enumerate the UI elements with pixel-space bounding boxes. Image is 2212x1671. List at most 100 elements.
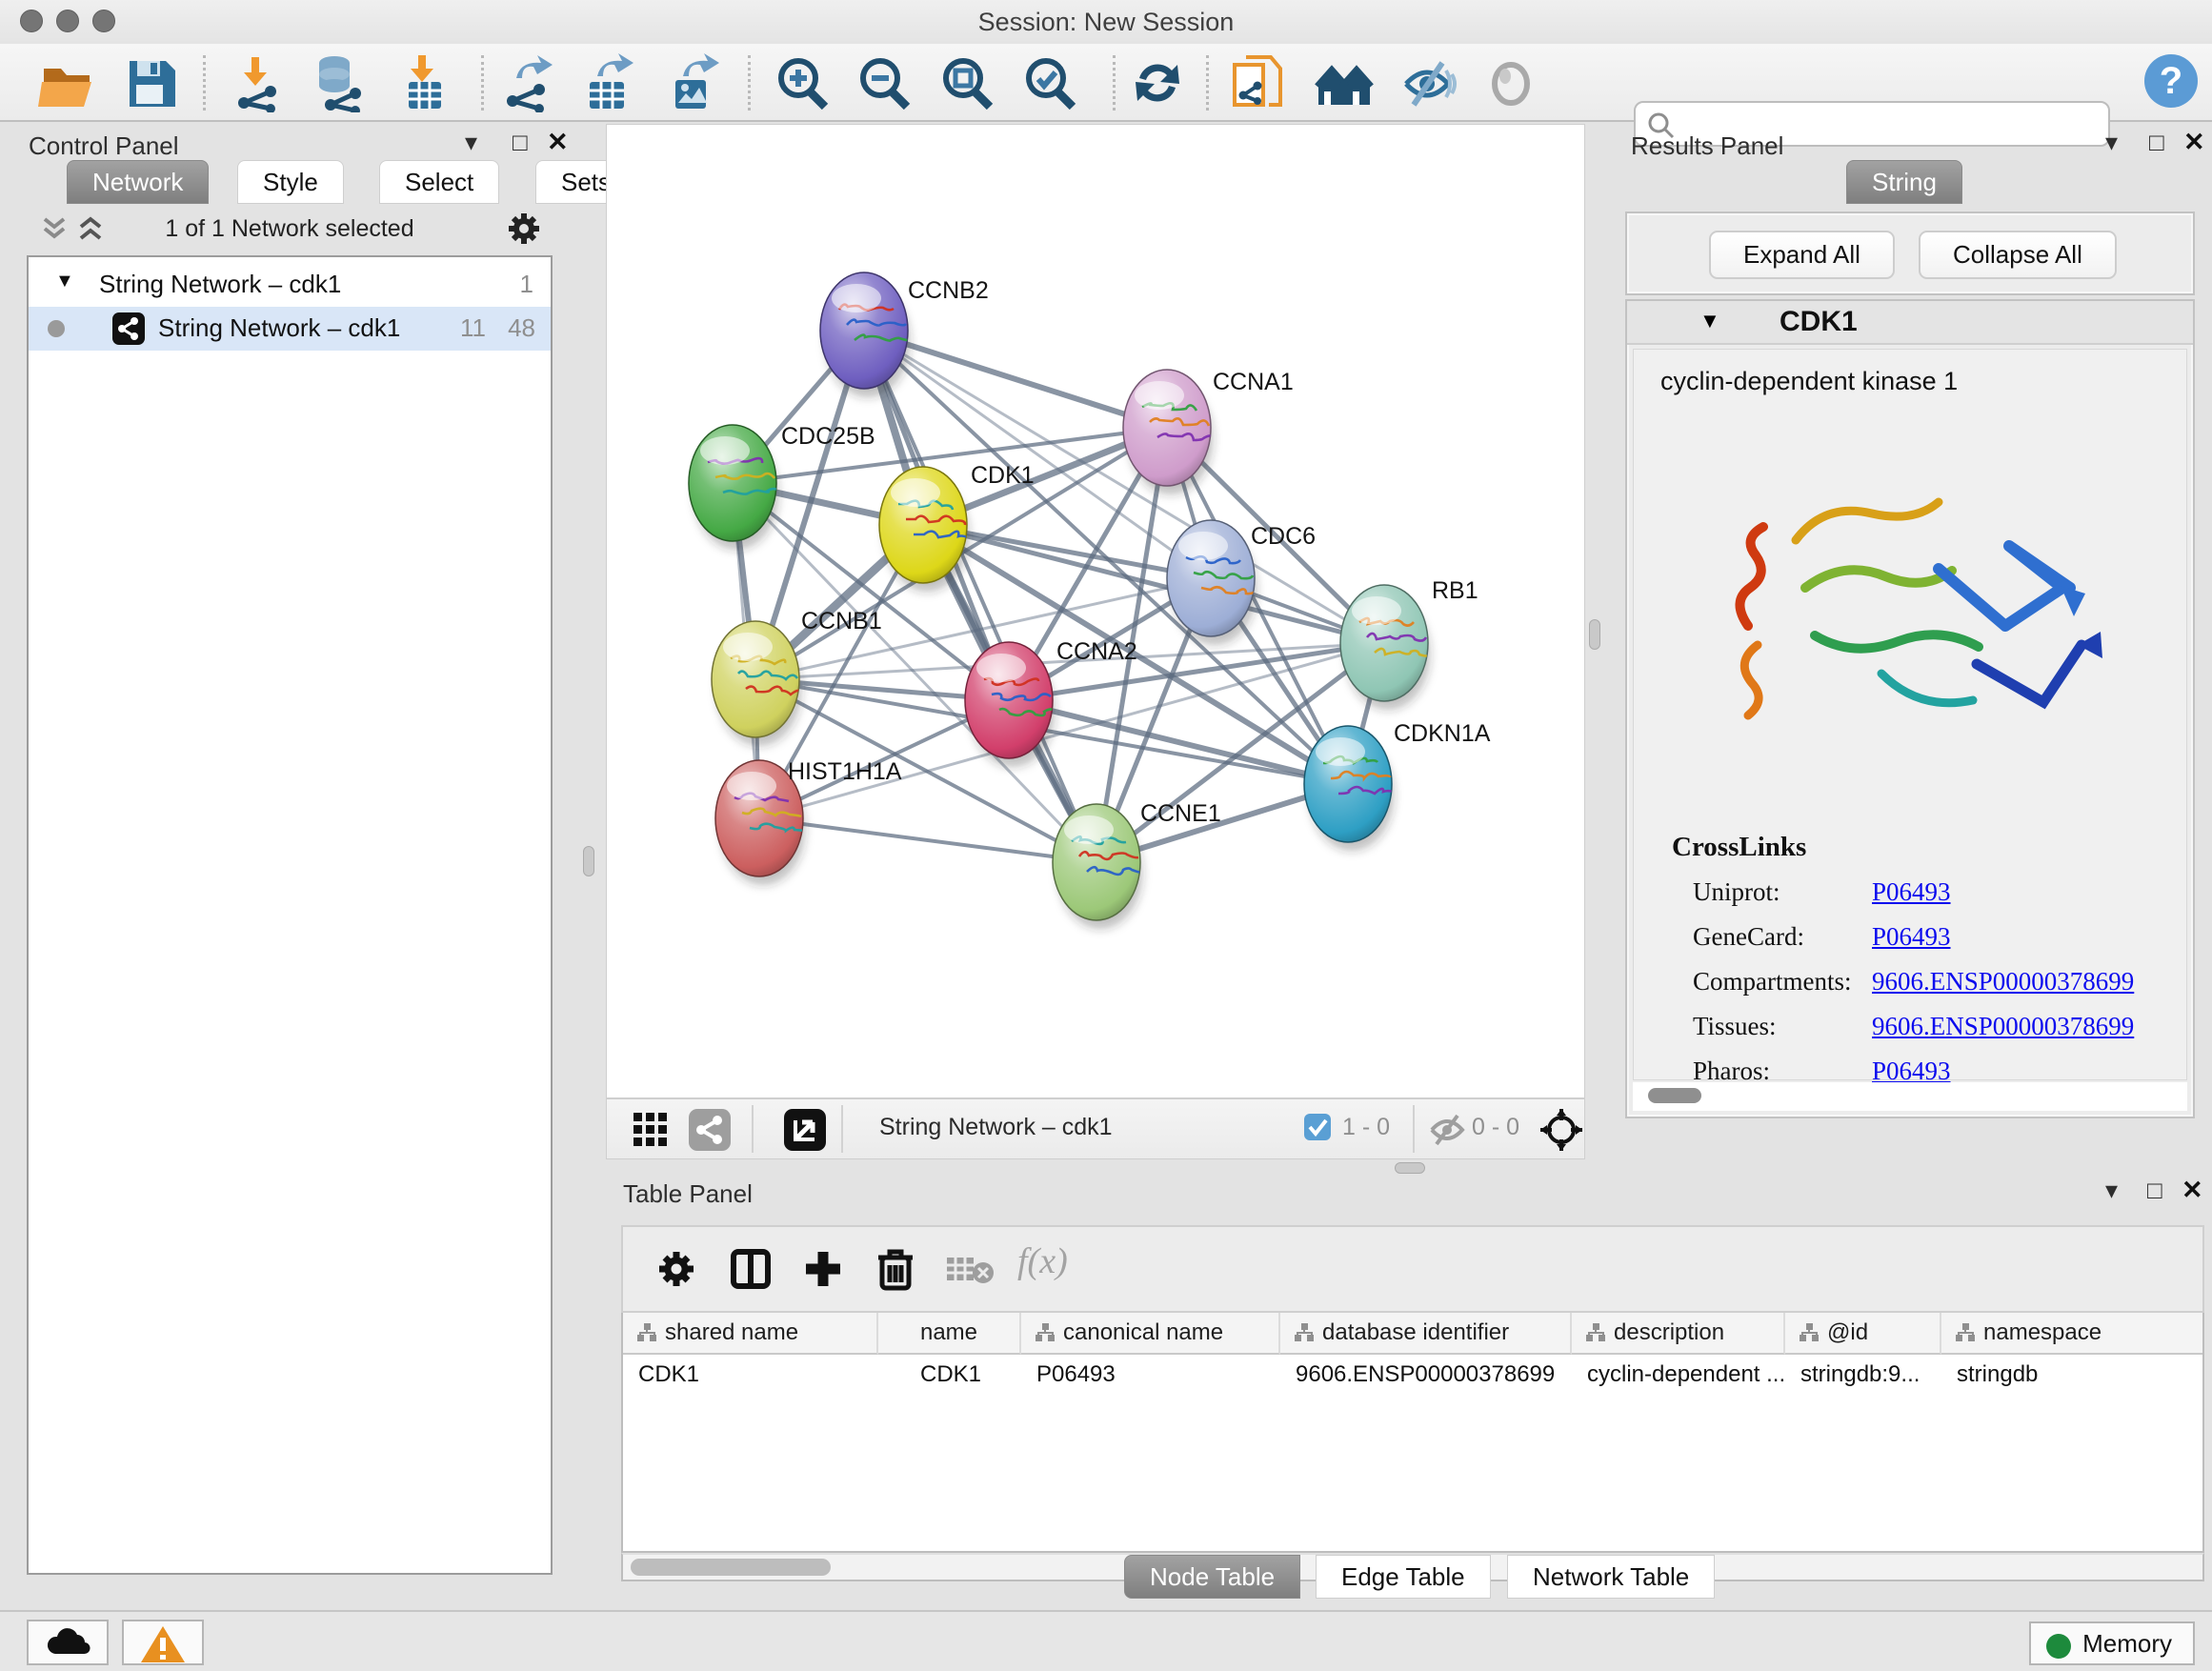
column-header-description[interactable]: description <box>1572 1313 1785 1355</box>
table-settings-gear-icon[interactable] <box>657 1250 695 1288</box>
crosslink-row: GeneCard:P06493 <box>1634 916 2186 961</box>
grid-view-icon[interactable] <box>633 1113 670 1149</box>
hide-selected-icon[interactable] <box>1398 53 1458 112</box>
panel-float-icon[interactable]: ▾ <box>2105 1176 2118 1205</box>
gene-section-header[interactable]: ▼ CDK1 <box>1627 301 2193 345</box>
tab-string[interactable]: String <box>1846 160 1962 204</box>
right-splitter-handle[interactable] <box>1589 619 1600 650</box>
network-canvas[interactable]: CCNB2CCNA1CDC25BCDK1CDC6RB1CCNB1CCNA2CDK… <box>606 124 1585 1098</box>
export-image-icon[interactable] <box>662 53 721 112</box>
table-cell[interactable]: cyclin-dependent ... <box>1572 1355 1785 1395</box>
gene-section-body: cyclin-dependent kinase 1 CrossLinks Uni… <box>1633 349 2187 1080</box>
cloud-button[interactable] <box>27 1620 109 1665</box>
tab-network-table[interactable]: Network Table <box>1507 1555 1715 1599</box>
table-cell[interactable]: stringdb:9... <box>1785 1355 1941 1395</box>
first-neighbors-icon[interactable] <box>1315 53 1374 112</box>
panel-maximize-icon[interactable]: □ <box>2149 128 2164 157</box>
crosslink-value[interactable]: 9606.ENSP00000378699 <box>1872 967 2134 997</box>
crosslink-row: Uniprot:P06493 <box>1634 872 2186 916</box>
network-share-view-icon[interactable] <box>689 1109 731 1151</box>
network-node-count: 11 <box>460 313 486 343</box>
delete-column-icon[interactable] <box>875 1246 916 1292</box>
table-cell[interactable]: stringdb <box>1941 1355 2204 1395</box>
update-icon[interactable] <box>1128 53 1187 112</box>
crosslinks-list: Uniprot:P06493GeneCard:P06493Compartment… <box>1634 872 2186 1096</box>
panel-close-icon[interactable]: ✕ <box>2182 1176 2203 1205</box>
svg-text:?: ? <box>2160 60 2182 102</box>
column-header-database-identifier[interactable]: database identifier <box>1280 1313 1572 1355</box>
panel-maximize-icon[interactable]: □ <box>2147 1176 2162 1205</box>
table-cell[interactable]: 9606.ENSP00000378699 <box>1280 1355 1572 1395</box>
tab-network[interactable]: Network <box>67 160 209 204</box>
table-cell[interactable]: CDK1 <box>623 1355 878 1395</box>
network-node-RB1[interactable] <box>1340 585 1432 710</box>
memory-button[interactable]: Memory <box>2029 1621 2195 1665</box>
show-all-icon[interactable] <box>1482 53 1541 112</box>
network-node-CCNA2[interactable] <box>965 642 1056 767</box>
panel-close-icon[interactable]: ✕ <box>2183 128 2205 157</box>
column-header-name[interactable]: name <box>878 1313 1021 1355</box>
left-splitter-handle[interactable] <box>583 846 594 876</box>
column-header-namespace[interactable]: namespace <box>1941 1313 2204 1355</box>
crosshair-icon[interactable] <box>1538 1107 1584 1153</box>
network-node-CCNB1[interactable] <box>712 621 803 746</box>
node-table[interactable]: shared namenamecanonical namedatabase id… <box>621 1313 2204 1553</box>
open-session-icon[interactable] <box>38 53 97 112</box>
results-hscrollbar-thumb[interactable] <box>1648 1088 1701 1103</box>
export-table-icon[interactable] <box>578 53 637 112</box>
network-node-CCNE1[interactable] <box>1053 804 1144 929</box>
tab-edge-table[interactable]: Edge Table <box>1316 1555 1491 1599</box>
panel-maximize-icon[interactable]: □ <box>513 128 528 157</box>
gear-icon[interactable] <box>507 211 541 246</box>
column-header-canonical-name[interactable]: canonical name <box>1021 1313 1280 1355</box>
zoom-fit-icon[interactable] <box>938 53 997 112</box>
column-header-shared-name[interactable]: shared name <box>623 1313 878 1355</box>
edge-CCNA2-CDKN1A[interactable] <box>1009 700 1348 784</box>
save-session-icon[interactable] <box>122 53 181 112</box>
selected-checkbox-icon[interactable] <box>1304 1114 1331 1140</box>
network-collection-row[interactable]: ▼ String Network – cdk1 1 <box>29 263 551 307</box>
birds-eye-view-icon[interactable] <box>784 1109 826 1151</box>
network-node-CDK1[interactable] <box>879 467 971 592</box>
network-list: ▼ String Network – cdk1 1 String Network… <box>27 255 553 1575</box>
delete-table-icon <box>945 1254 995 1286</box>
warnings-button[interactable] <box>122 1620 204 1665</box>
table-cell[interactable]: CDK1 <box>878 1355 1021 1395</box>
crosslink-value[interactable]: 9606.ENSP00000378699 <box>1872 1012 2134 1041</box>
column-header--id[interactable]: @id <box>1785 1313 1941 1355</box>
collapse-all-button[interactable]: Collapse All <box>1919 231 2117 279</box>
memory-label: Memory <box>2082 1629 2172 1658</box>
import-table-icon[interactable] <box>395 53 454 112</box>
edge-HIST1H1A-CCNE1[interactable] <box>759 818 1096 862</box>
add-column-icon[interactable] <box>802 1248 844 1290</box>
help-icon[interactable]: ? <box>2142 51 2201 111</box>
network-row[interactable]: String Network – cdk1 11 48 <box>29 307 551 351</box>
network-from-selection-icon[interactable] <box>1229 53 1288 112</box>
expand-all-button[interactable]: Expand All <box>1709 231 1895 279</box>
collection-expander-icon[interactable]: ▼ <box>55 271 74 292</box>
main-toolbar: ? <box>0 44 2212 122</box>
import-network-database-icon[interactable] <box>310 53 369 112</box>
import-network-file-icon[interactable] <box>229 53 288 112</box>
network-selection-status: 1 of 1 Network selected <box>27 215 553 243</box>
panel-float-icon[interactable]: ▾ <box>2105 128 2118 157</box>
table-hscrollbar-thumb[interactable] <box>631 1559 831 1576</box>
crosslink-value[interactable]: P06493 <box>1872 877 1951 907</box>
memory-status-icon <box>2046 1634 2071 1659</box>
network-node-CDKN1A[interactable] <box>1304 726 1396 851</box>
tab-node-table[interactable]: Node Table <box>1124 1555 1300 1599</box>
show-columns-icon[interactable] <box>730 1248 772 1290</box>
tab-style[interactable]: Style <box>237 160 344 204</box>
crosslink-value[interactable]: P06493 <box>1872 922 1951 952</box>
panel-close-icon[interactable]: ✕ <box>547 128 569 157</box>
zoom-out-icon[interactable] <box>855 53 915 112</box>
zoom-selected-icon[interactable] <box>1021 53 1080 112</box>
export-network-icon[interactable] <box>497 53 556 112</box>
zoom-in-icon[interactable] <box>774 53 833 112</box>
tab-select[interactable]: Select <box>379 160 499 204</box>
results-hscrollbar[interactable] <box>1633 1082 2187 1111</box>
network-node-CCNB2[interactable] <box>820 272 912 397</box>
table-cell[interactable]: P06493 <box>1021 1355 1280 1395</box>
panel-float-icon[interactable]: ▾ <box>465 128 477 157</box>
section-expander-icon[interactable]: ▼ <box>1699 309 1720 333</box>
